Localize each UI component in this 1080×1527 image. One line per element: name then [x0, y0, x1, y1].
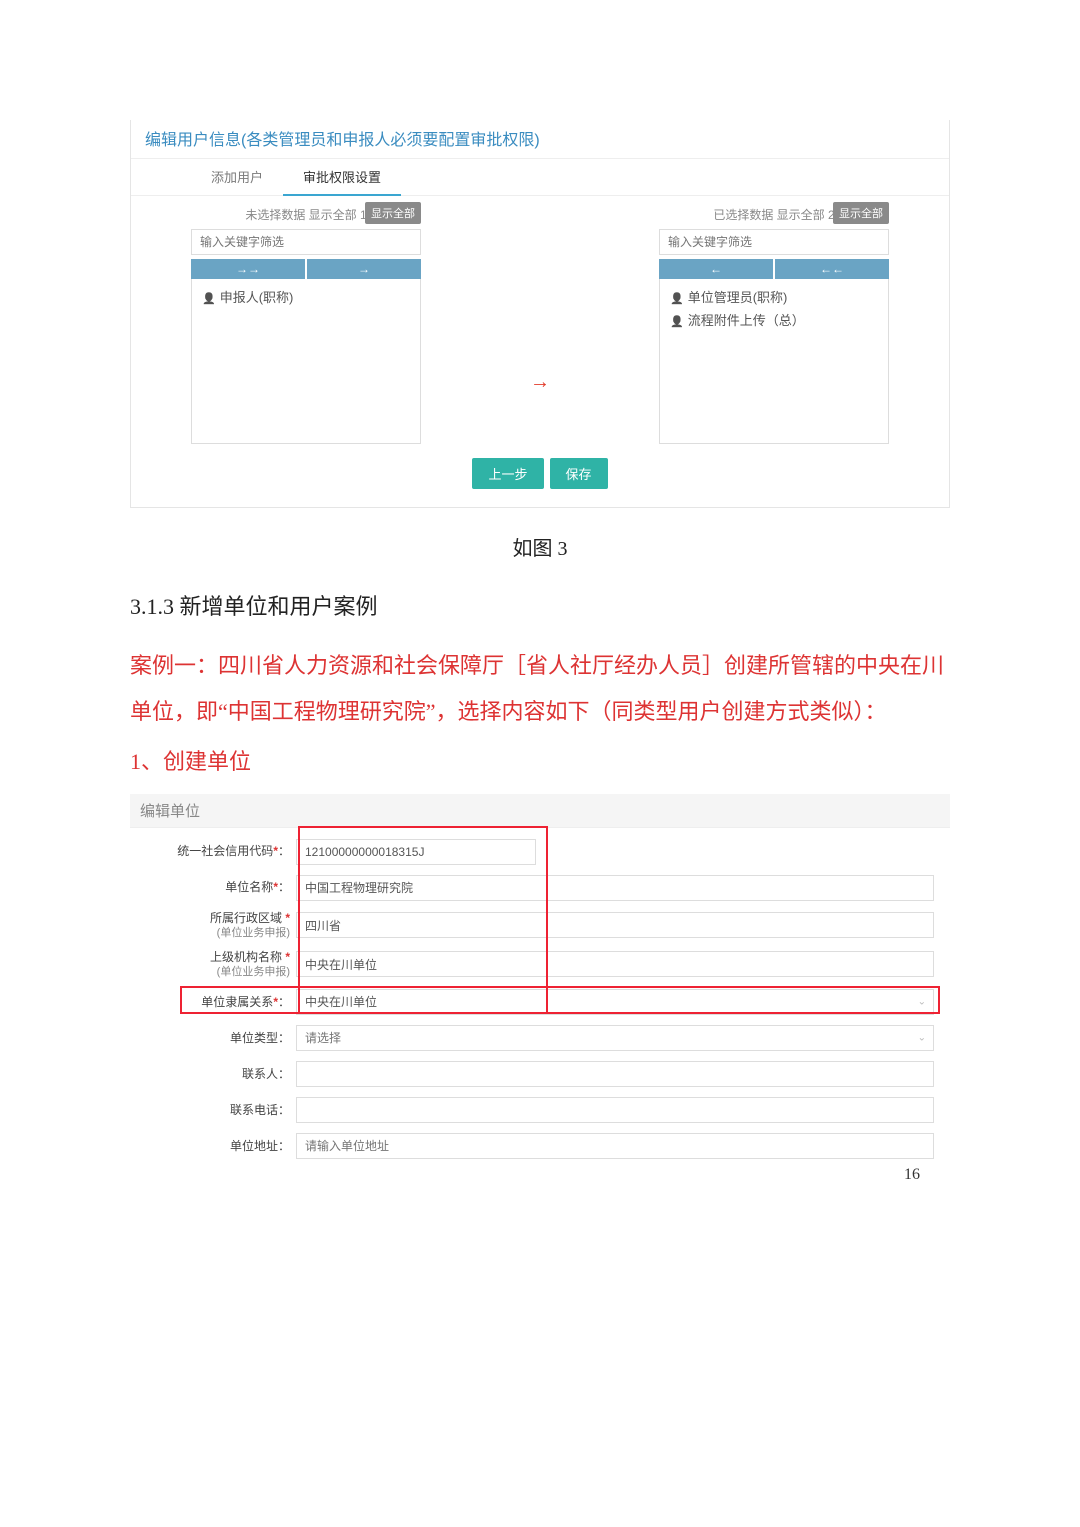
save-button[interactable]: 保存	[550, 458, 608, 489]
show-all-left-button[interactable]: 显示全部	[365, 202, 421, 224]
selected-column: 已选择数据 显示全部 2 显示全部 ← ←← 单位管理员(职称) 流程附件上传（…	[659, 200, 889, 444]
list-item[interactable]: 申报人(职称)	[202, 285, 410, 308]
tab-approval-settings[interactable]: 审批权限设置	[283, 159, 401, 196]
unit-type-select[interactable]	[296, 1025, 934, 1051]
case-description: 案例一：四川省人力资源和社会保障厅［省人社厅经办人员］创建所管辖的中央在川单位，…	[130, 643, 950, 735]
move-right-button[interactable]: →	[307, 259, 421, 279]
contact-input[interactable]	[296, 1061, 934, 1087]
filter-right-input[interactable]	[659, 229, 889, 255]
list-item[interactable]: 单位管理员(职称)	[670, 285, 878, 308]
region-input[interactable]	[296, 912, 934, 938]
page-number: 16	[904, 1166, 920, 1184]
row-contact: 联系人：	[130, 1056, 950, 1092]
row-unit-type: 单位类型： ⌄	[130, 1020, 950, 1056]
credit-code-input[interactable]	[296, 839, 536, 865]
row-credit-code: 统一社会信用代码*：	[130, 834, 950, 870]
panel2-title: 编辑单位	[130, 794, 950, 827]
unselected-column: 未选择数据 显示全部 1 显示全部 →→ → 申报人(职称)	[191, 200, 421, 444]
selected-header: 已选择数据 显示全部 2	[713, 206, 834, 223]
row-phone: 联系电话：	[130, 1092, 950, 1128]
move-left-button[interactable]: ←	[659, 259, 773, 279]
section-heading: 3.1.3 新增单位和用户案例	[130, 589, 950, 621]
figure-caption: 如图 3	[130, 532, 950, 561]
row-region: 所属行政区域 *(单位业务申报)	[130, 906, 950, 945]
list-item[interactable]: 流程附件上传（总）	[670, 308, 878, 331]
address-input[interactable]	[296, 1133, 934, 1159]
unselected-listbox[interactable]: 申报人(职称)	[191, 279, 421, 444]
row-unit-name: 单位名称*：	[130, 870, 950, 906]
affiliation-select[interactable]	[296, 989, 934, 1015]
prev-step-button[interactable]: 上一步	[472, 458, 543, 489]
tab-add-user[interactable]: 添加用户	[191, 159, 283, 195]
row-affiliation: 单位隶属关系*： ⌄	[130, 984, 950, 1020]
unit-name-input[interactable]	[296, 875, 934, 901]
transfer-arrow-icon: →	[525, 200, 555, 444]
move-all-left-button[interactable]: ←←	[775, 259, 889, 279]
selected-listbox[interactable]: 单位管理员(职称) 流程附件上传（总）	[659, 279, 889, 444]
move-all-right-button[interactable]: →→	[191, 259, 305, 279]
tabs: 添加用户 审批权限设置	[131, 159, 949, 196]
edit-unit-panel: 编辑单位 统一社会信用代码*： 单位名称*： 所属行政区域 *(单位业务申报) …	[130, 794, 950, 1164]
row-parent-org: 上级机构名称 *(单位业务申报)	[130, 945, 950, 984]
phone-input[interactable]	[296, 1097, 934, 1123]
row-address: 单位地址：	[130, 1128, 950, 1164]
parent-org-input[interactable]	[296, 951, 934, 977]
filter-left-input[interactable]	[191, 229, 421, 255]
step-heading: 1、创建单位	[130, 739, 950, 785]
panel1-title: 编辑用户信息(各类管理员和申报人必须要配置审批权限)	[131, 120, 949, 159]
show-all-right-button[interactable]: 显示全部	[833, 202, 889, 224]
edit-user-panel: 编辑用户信息(各类管理员和申报人必须要配置审批权限) 添加用户 审批权限设置 未…	[130, 120, 950, 508]
unselected-header: 未选择数据 显示全部 1	[245, 206, 366, 223]
